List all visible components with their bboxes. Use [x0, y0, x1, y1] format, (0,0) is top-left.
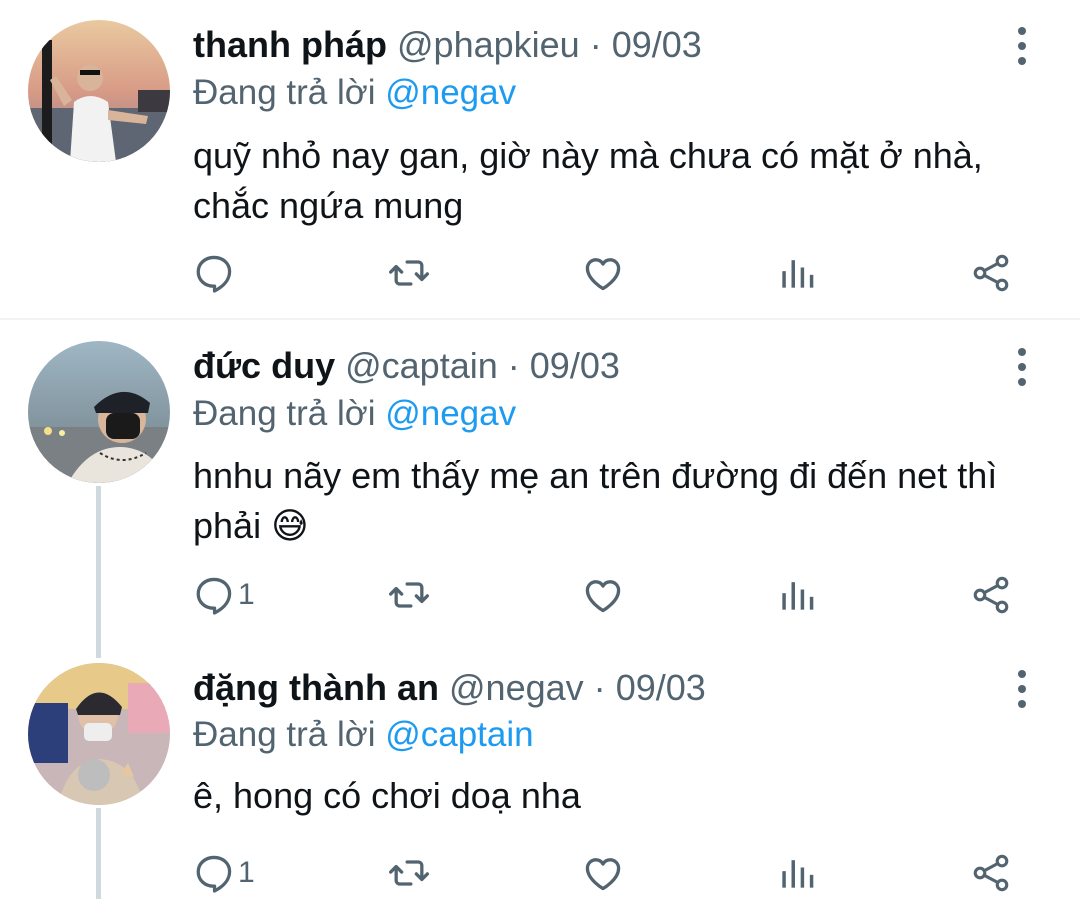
tweet-date[interactable]: 09/03: [616, 667, 706, 708]
tweet-text-line: ê, hong có chơi doạ nha: [193, 775, 581, 816]
replying-prefix: Đang trả lời: [193, 73, 376, 112]
avatar[interactable]: [28, 663, 170, 805]
separator-dot: ·: [589, 24, 602, 65]
retweet-button[interactable]: [387, 571, 431, 619]
like-icon: [581, 251, 625, 295]
more-options-button[interactable]: [1012, 669, 1032, 709]
replying-to-mention[interactable]: @negav: [385, 394, 516, 433]
share-button[interactable]: [969, 571, 1013, 619]
tweet-text-line: quỹ nhỏ nay gan, giờ này mà chưa có mặt …: [193, 135, 983, 176]
author-name[interactable]: đặng thành an: [193, 667, 439, 708]
more-icon: [1018, 670, 1026, 708]
like-button[interactable]: [581, 249, 625, 297]
author-handle[interactable]: @negav: [449, 667, 584, 708]
retweet-icon: [387, 251, 431, 295]
avatar-photo: [28, 663, 170, 805]
reply-icon: [192, 251, 236, 295]
share-icon: [969, 251, 1013, 295]
action-bar: 1: [0, 571, 1080, 619]
reply-icon: [192, 573, 236, 617]
author-name[interactable]: đức duy: [193, 345, 335, 386]
retweet-button[interactable]: [387, 249, 431, 297]
like-icon: [581, 573, 625, 617]
reply-count: 1: [238, 578, 255, 611]
replying-to-mention[interactable]: @captain: [385, 715, 533, 754]
tweet-header: đặng thành an @negav · 09/03: [193, 663, 706, 713]
analytics-button[interactable]: [775, 571, 819, 619]
replying-prefix: Đang trả lời: [193, 715, 376, 754]
replying-to: Đang trả lời @captain: [193, 710, 534, 760]
author-handle[interactable]: @phapkieu: [397, 24, 580, 65]
sweat-smile-emoji: 😅: [271, 505, 309, 546]
tweet-date[interactable]: 09/03: [530, 345, 620, 386]
share-button[interactable]: [969, 249, 1013, 297]
replying-to: Đang trả lời @negav: [193, 389, 516, 439]
avatar[interactable]: [28, 20, 170, 162]
share-icon: [969, 851, 1013, 895]
more-options-button[interactable]: [1012, 26, 1032, 66]
tweet-text-line: phải: [193, 505, 262, 546]
retweet-button[interactable]: [387, 849, 431, 897]
replying-to: Đang trả lời @negav: [193, 68, 516, 118]
reply-button[interactable]: 1: [192, 849, 255, 897]
separator-dot: ·: [507, 345, 520, 386]
more-icon: [1018, 27, 1026, 65]
more-options-button[interactable]: [1012, 347, 1032, 387]
reply-icon: [192, 851, 236, 895]
analytics-button[interactable]: [775, 849, 819, 897]
retweet-icon: [387, 573, 431, 617]
tweet-header: thanh pháp @phapkieu · 09/03: [193, 20, 702, 70]
avatar[interactable]: [28, 341, 170, 483]
like-button[interactable]: [581, 571, 625, 619]
tweet-text: quỹ nhỏ nay gan, giờ này mà chưa có mặt …: [193, 131, 1053, 231]
replying-prefix: Đang trả lời: [193, 394, 376, 433]
tweet-text: ê, hong có chơi doạ nha: [193, 771, 1053, 821]
analytics-icon: [775, 573, 819, 617]
tweet-text-line: chắc ngứa mung: [193, 185, 464, 226]
analytics-icon: [775, 851, 819, 895]
replying-to-mention[interactable]: @negav: [385, 73, 516, 112]
tweet-text-line-with-emoji: phải 😅: [193, 501, 1053, 551]
tweet-1[interactable]: thanh pháp @phapkieu · 09/03 Đang trả lờ…: [0, 0, 1080, 318]
avatar-photo: [28, 341, 170, 483]
action-bar: [0, 249, 1080, 297]
action-bar: 1: [0, 849, 1080, 897]
reply-button[interactable]: 1: [192, 571, 255, 619]
tweet-text-line: hnhu nãy em thấy mẹ an trên đường đi đến…: [193, 455, 998, 496]
analytics-button[interactable]: [775, 249, 819, 297]
divider: [0, 318, 1080, 320]
share-button[interactable]: [969, 849, 1013, 897]
retweet-icon: [387, 851, 431, 895]
analytics-icon: [775, 251, 819, 295]
tweet-header: đức duy @captain · 09/03: [193, 341, 620, 391]
avatar-photo: [28, 20, 170, 162]
more-icon: [1018, 348, 1026, 386]
reply-count: 1: [238, 856, 255, 889]
like-icon: [581, 851, 625, 895]
tweet-text: hnhu nãy em thấy mẹ an trên đường đi đến…: [193, 451, 1053, 551]
author-name[interactable]: thanh pháp: [193, 24, 387, 65]
separator-dot: ·: [593, 667, 606, 708]
author-handle[interactable]: @captain: [345, 345, 498, 386]
tweet-date[interactable]: 09/03: [612, 24, 702, 65]
share-icon: [969, 573, 1013, 617]
reply-button[interactable]: [192, 249, 238, 297]
like-button[interactable]: [581, 849, 625, 897]
